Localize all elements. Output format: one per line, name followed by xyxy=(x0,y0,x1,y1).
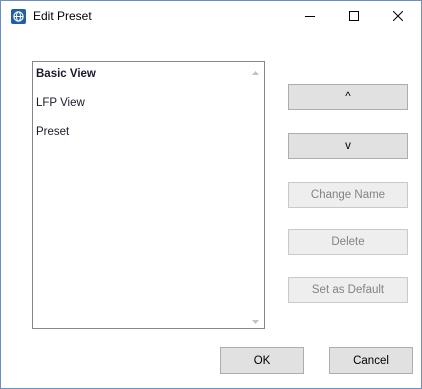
scroll-up-arrow-icon xyxy=(252,64,259,78)
window-title: Edit Preset xyxy=(33,9,92,23)
delete-button[interactable]: Delete xyxy=(288,229,408,255)
maximize-icon xyxy=(349,11,359,21)
list-item-basic-view[interactable]: Basic View xyxy=(33,62,247,91)
list-item-preset[interactable]: Preset xyxy=(33,120,247,149)
minimize-icon xyxy=(305,11,315,21)
preset-list[interactable]: Basic View LFP View Preset xyxy=(32,61,265,329)
scroll-down-arrow-icon xyxy=(252,313,259,327)
close-button[interactable] xyxy=(376,1,420,31)
move-down-button[interactable]: v xyxy=(288,133,408,159)
ok-button[interactable]: OK xyxy=(220,347,304,374)
cancel-button[interactable]: Cancel xyxy=(329,347,413,374)
scroll-up-button[interactable] xyxy=(247,62,264,79)
minimize-button[interactable] xyxy=(288,1,332,31)
title-bar[interactable]: Edit Preset xyxy=(1,1,421,31)
move-up-button[interactable]: ^ xyxy=(288,84,408,110)
maximize-button[interactable] xyxy=(332,1,376,31)
edit-preset-window: Edit Preset Basic View LFP View Preset ^… xyxy=(0,0,422,389)
set-as-default-button[interactable]: Set as Default xyxy=(288,277,408,303)
list-scrollbar[interactable] xyxy=(247,62,264,328)
app-globe-icon xyxy=(11,9,26,24)
change-name-button[interactable]: Change Name xyxy=(288,182,408,208)
close-icon xyxy=(393,11,403,21)
list-item-lfp-view[interactable]: LFP View xyxy=(33,91,247,120)
scroll-down-button[interactable] xyxy=(247,311,264,328)
